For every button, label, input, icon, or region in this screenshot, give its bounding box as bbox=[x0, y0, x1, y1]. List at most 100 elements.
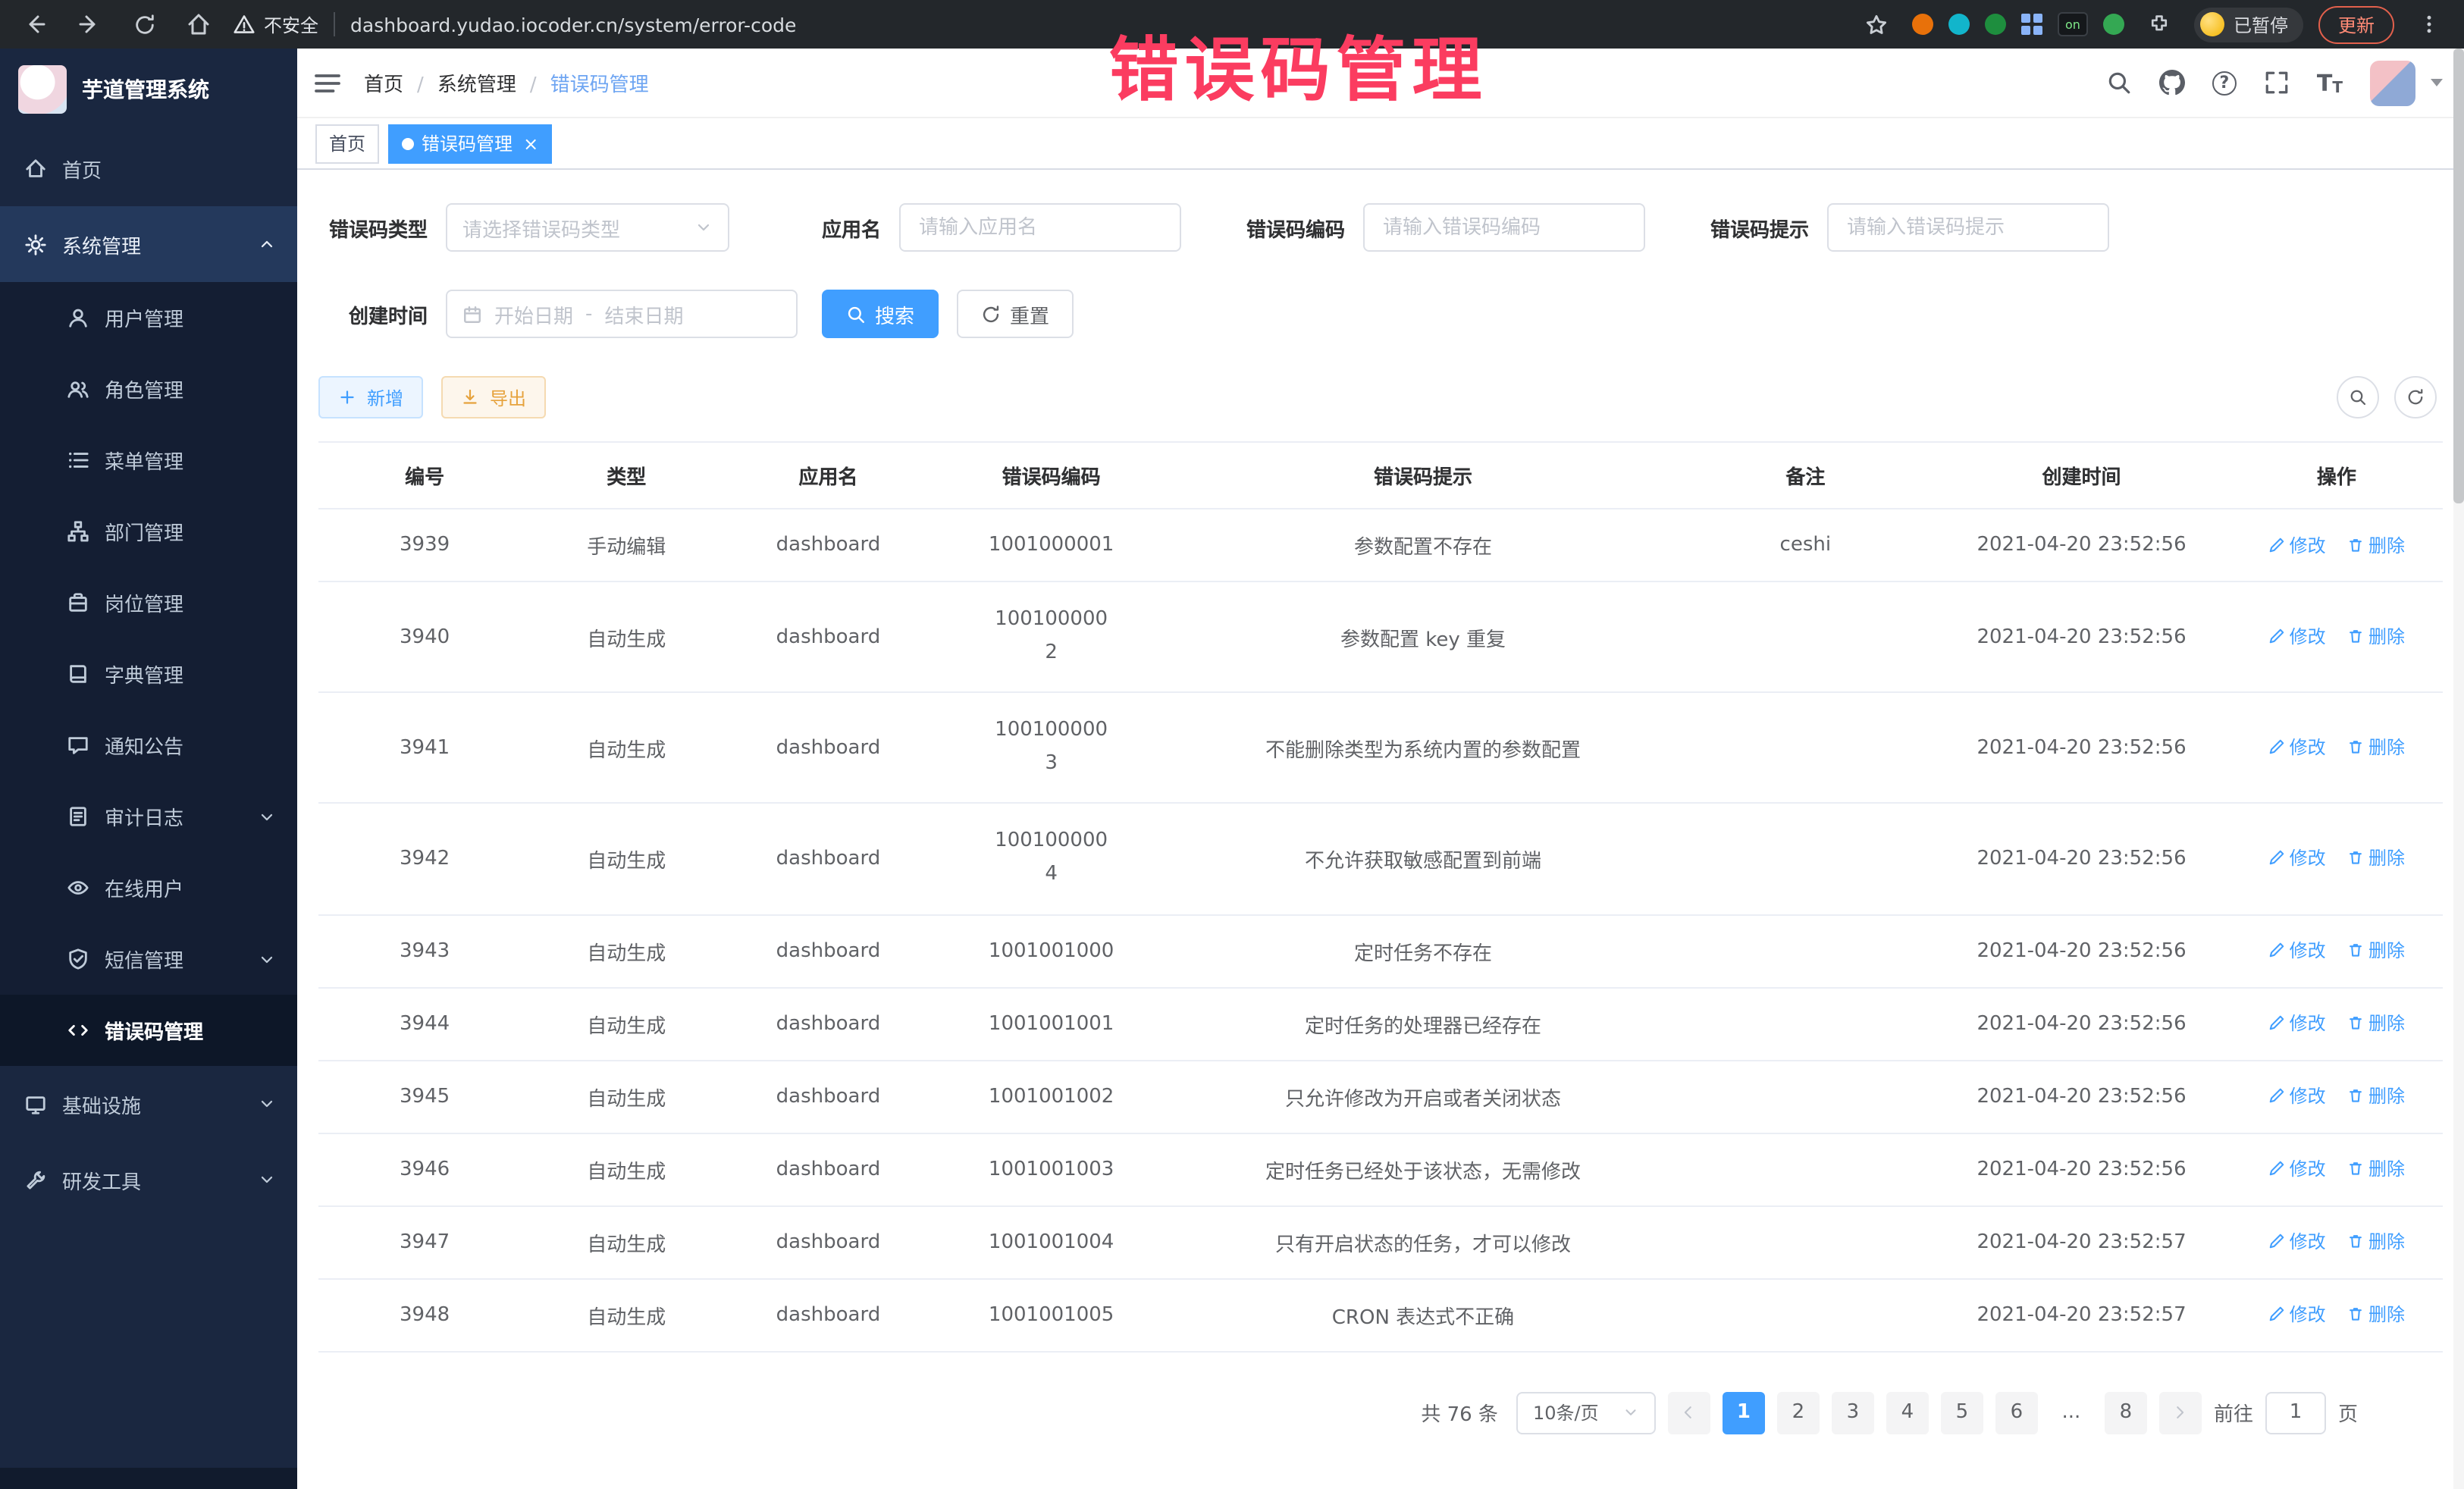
edit-link[interactable]: 修改 bbox=[2268, 623, 2326, 649]
reload-icon[interactable] bbox=[124, 5, 164, 44]
sidebar-item-departments[interactable]: 部门管理 bbox=[0, 496, 297, 567]
sidebar-item-error-code[interactable]: 错误码管理 bbox=[0, 995, 297, 1066]
address-bar[interactable]: dashboard.yudao.iocoder.cn/system/error-… bbox=[350, 13, 1842, 36]
kebab-menu-icon[interactable] bbox=[2409, 5, 2449, 44]
extension-icon-grid[interactable] bbox=[2021, 14, 2042, 35]
toolbar-refresh-button[interactable] bbox=[2394, 376, 2437, 418]
avatar-caret-icon[interactable] bbox=[2431, 79, 2443, 86]
profile-paused-badge[interactable]: 已暂停 bbox=[2194, 7, 2303, 42]
reset-button[interactable]: 重置 bbox=[957, 290, 1074, 338]
sidebar-footer[interactable] bbox=[0, 1468, 297, 1489]
date-range-picker[interactable]: 开始日期 - 结束日期 bbox=[446, 290, 798, 338]
extension-icon-teal[interactable] bbox=[1948, 14, 1970, 35]
error-hint-input[interactable] bbox=[1827, 203, 2109, 252]
delete-link[interactable]: 删除 bbox=[2347, 1301, 2405, 1327]
sidebar-item-users[interactable]: 用户管理 bbox=[0, 282, 297, 353]
edit-link[interactable]: 修改 bbox=[2268, 531, 2326, 557]
toolbar-search-button[interactable] bbox=[2337, 376, 2379, 418]
breadcrumb-current: 错误码管理 bbox=[550, 68, 649, 97]
error-code-input[interactable] bbox=[1363, 203, 1645, 252]
bookmark-star-icon[interactable] bbox=[1857, 5, 1897, 44]
edit-link[interactable]: 修改 bbox=[2268, 735, 2326, 760]
app-name-input[interactable] bbox=[899, 203, 1181, 252]
page-button-1[interactable]: 1 bbox=[1723, 1391, 1765, 1434]
sidebar-item-home[interactable]: 首页 bbox=[0, 130, 297, 206]
scrollbar-thumb[interactable] bbox=[2453, 49, 2464, 503]
sidebar-item-roles[interactable]: 角色管理 bbox=[0, 353, 297, 425]
breadcrumb-home[interactable]: 首页 bbox=[364, 68, 437, 97]
page-button-8[interactable]: 8 bbox=[2105, 1391, 2147, 1434]
page-size-select[interactable]: 10条/页 bbox=[1516, 1391, 1656, 1434]
page-scrollbar[interactable] bbox=[2453, 49, 2464, 1489]
delete-link[interactable]: 删除 bbox=[2347, 1155, 2405, 1181]
search-button[interactable]: 搜索 bbox=[822, 290, 939, 338]
sidebar-item-menus[interactable]: 菜单管理 bbox=[0, 425, 297, 496]
add-button[interactable]: 新增 bbox=[318, 376, 423, 418]
extension-icon-green[interactable] bbox=[1985, 14, 2006, 35]
forward-icon[interactable] bbox=[70, 5, 109, 44]
help-icon[interactable]: ? bbox=[2212, 71, 2237, 95]
cell-actions: 修改 删除 bbox=[2230, 804, 2443, 914]
extension-icon-on-badge[interactable]: on bbox=[2058, 12, 2088, 36]
org-tree-icon bbox=[67, 520, 89, 543]
next-page-button[interactable] bbox=[2159, 1391, 2202, 1434]
prev-page-button[interactable] bbox=[1668, 1391, 1710, 1434]
sidebar-item-dictionary[interactable]: 字典管理 bbox=[0, 638, 297, 710]
back-icon[interactable] bbox=[15, 5, 55, 44]
cell-remark bbox=[1678, 914, 1933, 987]
edit-link[interactable]: 修改 bbox=[2268, 1010, 2326, 1036]
delete-link[interactable]: 删除 bbox=[2347, 1010, 2405, 1036]
page-button-6[interactable]: 6 bbox=[1995, 1391, 2038, 1434]
search-icon[interactable] bbox=[2106, 70, 2132, 96]
cell-app: dashboard bbox=[722, 509, 934, 581]
extension-icon-leaf[interactable] bbox=[2103, 14, 2124, 35]
sidebar-item-online-users[interactable]: 在线用户 bbox=[0, 852, 297, 923]
goto-page-input[interactable] bbox=[2265, 1391, 2326, 1434]
page-button-5[interactable]: 5 bbox=[1941, 1391, 1983, 1434]
sidebar-item-audit-log[interactable]: 审计日志 bbox=[0, 781, 297, 852]
export-button[interactable]: 导出 bbox=[441, 376, 546, 418]
edit-link[interactable]: 修改 bbox=[2268, 1228, 2326, 1254]
edit-link[interactable]: 修改 bbox=[2268, 1301, 2326, 1327]
breadcrumb-system[interactable]: 系统管理 bbox=[437, 68, 550, 97]
sidebar-item-sms[interactable]: 短信管理 bbox=[0, 923, 297, 995]
github-icon[interactable] bbox=[2159, 70, 2185, 96]
delete-link[interactable]: 删除 bbox=[2347, 1083, 2405, 1108]
delete-link[interactable]: 删除 bbox=[2347, 845, 2405, 871]
tab-error-code[interactable]: 错误码管理 × bbox=[388, 124, 552, 163]
close-icon[interactable]: × bbox=[523, 134, 538, 152]
edit-link[interactable]: 修改 bbox=[2268, 1083, 2326, 1108]
sidebar-item-infrastructure[interactable]: 基础设施 bbox=[0, 1066, 297, 1142]
security-chip[interactable]: 不安全 bbox=[234, 11, 318, 37]
font-size-icon[interactable]: TT bbox=[2317, 69, 2343, 96]
page-button-4[interactable]: 4 bbox=[1886, 1391, 1929, 1434]
page-ellipsis[interactable]: ... bbox=[2050, 1391, 2093, 1434]
cell-type: 自动生成 bbox=[531, 1278, 722, 1351]
avatar[interactable] bbox=[2370, 60, 2415, 105]
tab-home[interactable]: 首页 bbox=[315, 124, 379, 163]
extension-puzzle-icon[interactable] bbox=[2140, 5, 2179, 44]
cell-id: 3947 bbox=[318, 1205, 531, 1278]
page-button-3[interactable]: 3 bbox=[1832, 1391, 1874, 1434]
delete-link[interactable]: 删除 bbox=[2347, 735, 2405, 760]
edit-link[interactable]: 修改 bbox=[2268, 937, 2326, 963]
page-button-2[interactable]: 2 bbox=[1777, 1391, 1820, 1434]
sidebar-item-label: 字典管理 bbox=[105, 660, 183, 688]
sidebar-item-dev-tools[interactable]: 研发工具 bbox=[0, 1142, 297, 1218]
edit-link[interactable]: 修改 bbox=[2268, 1155, 2326, 1181]
browser-update-button[interactable]: 更新 bbox=[2318, 5, 2394, 43]
start-date-placeholder: 开始日期 bbox=[494, 299, 573, 328]
sidebar-item-notices[interactable]: 通知公告 bbox=[0, 710, 297, 781]
hamburger-icon[interactable] bbox=[312, 67, 343, 98]
delete-link[interactable]: 删除 bbox=[2347, 937, 2405, 963]
delete-link[interactable]: 删除 bbox=[2347, 1228, 2405, 1254]
error-type-select[interactable]: 请选择错误码类型 bbox=[446, 203, 729, 252]
delete-link[interactable]: 删除 bbox=[2347, 531, 2405, 557]
edit-link[interactable]: 修改 bbox=[2268, 845, 2326, 871]
sidebar-item-system[interactable]: 系统管理 bbox=[0, 206, 297, 282]
delete-link[interactable]: 删除 bbox=[2347, 623, 2405, 649]
sidebar-item-positions[interactable]: 岗位管理 bbox=[0, 567, 297, 638]
fullscreen-icon[interactable] bbox=[2264, 70, 2290, 96]
extension-icon-orange[interactable] bbox=[1912, 14, 1933, 35]
home-browser-icon[interactable] bbox=[179, 5, 218, 44]
